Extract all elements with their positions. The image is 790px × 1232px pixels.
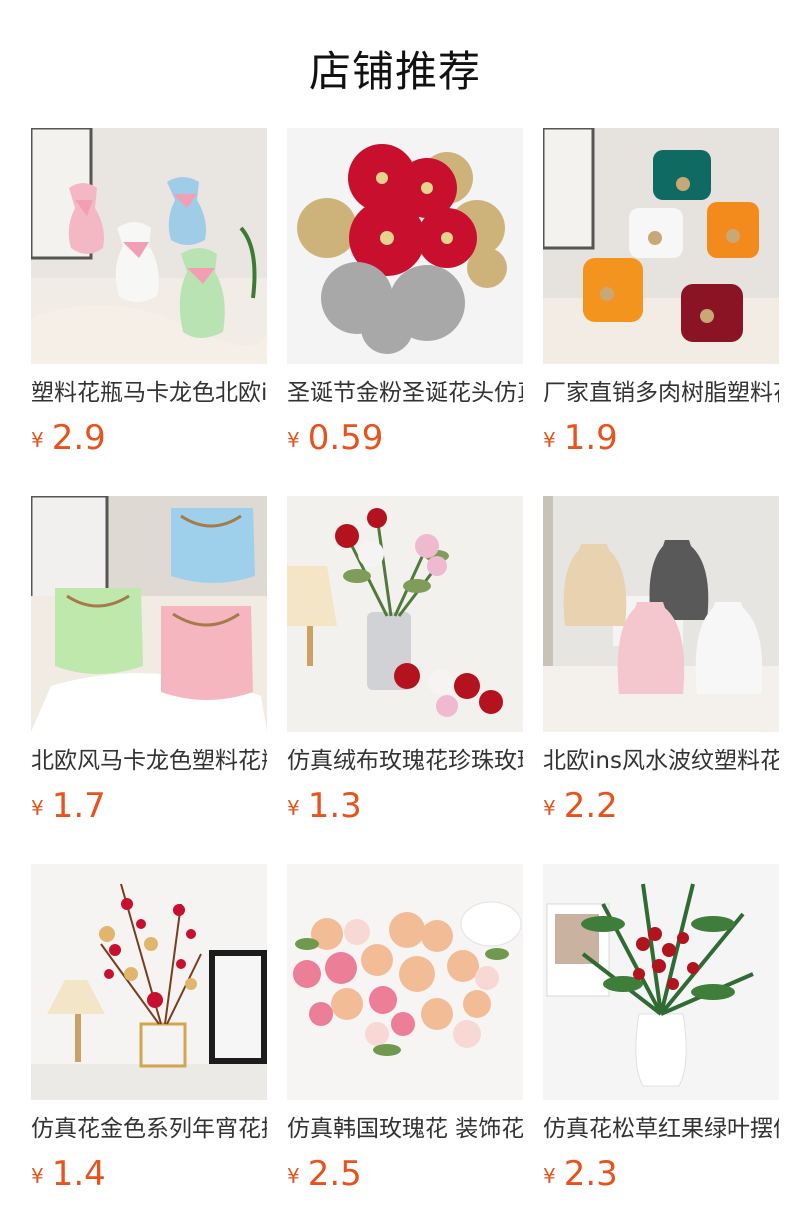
currency-symbol: ¥	[31, 1164, 44, 1188]
product-price: ¥1.7	[31, 786, 106, 826]
price-value: 1.3	[307, 786, 362, 826]
product-price: ¥0.59	[287, 418, 383, 458]
product-name[interactable]: 仿真绒布玫瑰花珍珠玫瑰	[287, 746, 523, 776]
product-card[interactable]: 仿真韩国玫瑰花 装饰花束 ¥2.5	[287, 864, 523, 1194]
currency-symbol: ¥	[543, 796, 556, 820]
product-name[interactable]: 仿真花金色系列年宵花摆件	[31, 1114, 267, 1144]
product-price: ¥1.4	[31, 1154, 106, 1194]
christmas-poinsettia-image[interactable]	[287, 128, 523, 364]
product-price: ¥2.9	[31, 418, 106, 458]
product-price: ¥2.2	[543, 786, 618, 826]
product-name[interactable]: 圣诞节金粉圣诞花头仿真花	[287, 378, 523, 408]
currency-symbol: ¥	[543, 1164, 556, 1188]
product-name[interactable]: 北欧ins风水波纹塑料花瓶	[543, 746, 779, 776]
product-name[interactable]: 塑料花瓶马卡龙色北欧ins风	[31, 378, 267, 408]
product-card[interactable]: 北欧ins风水波纹塑料花瓶 ¥2.2	[543, 496, 779, 826]
pastel-vases-image[interactable]	[31, 128, 267, 364]
golden-spring-flowers-image[interactable]	[31, 864, 267, 1100]
colorful-pots-image[interactable]	[543, 128, 779, 364]
price-value: 1.4	[51, 1154, 106, 1194]
currency-symbol: ¥	[31, 428, 44, 452]
macaron-vases-image[interactable]	[31, 496, 267, 732]
pine-berry-arrangement-image[interactable]	[543, 864, 779, 1100]
price-value: 0.59	[307, 418, 384, 458]
currency-symbol: ¥	[287, 796, 300, 820]
price-value: 2.2	[563, 786, 618, 826]
product-card[interactable]: 塑料花瓶马卡龙色北欧ins风 ¥2.9	[31, 128, 267, 458]
product-name[interactable]: 仿真韩国玫瑰花 装饰花束	[287, 1114, 523, 1144]
product-card[interactable]: 北欧风马卡龙色塑料花瓶 ¥1.7	[31, 496, 267, 826]
product-name[interactable]: 北欧风马卡龙色塑料花瓶	[31, 746, 267, 776]
currency-symbol: ¥	[287, 1164, 300, 1188]
price-value: 2.3	[563, 1154, 618, 1194]
currency-symbol: ¥	[31, 796, 44, 820]
product-price: ¥1.3	[287, 786, 362, 826]
product-card[interactable]: 仿真花金色系列年宵花摆件 ¥1.4	[31, 864, 267, 1194]
product-name[interactable]: 仿真花松草红果绿叶摆件	[543, 1114, 779, 1144]
product-card[interactable]: 圣诞节金粉圣诞花头仿真花 ¥0.59	[287, 128, 523, 458]
price-value: 2.9	[51, 418, 106, 458]
product-card[interactable]: 厂家直销多肉树脂塑料花盆 ¥1.9	[543, 128, 779, 458]
product-grid: 塑料花瓶马卡龙色北欧ins风 ¥2.9 圣诞节金粉圣诞花头仿真花 ¥0.59	[31, 128, 779, 1194]
currency-symbol: ¥	[287, 428, 300, 452]
wave-vases-image[interactable]	[543, 496, 779, 732]
velvet-roses-image[interactable]	[287, 496, 523, 732]
product-card[interactable]: 仿真花松草红果绿叶摆件 ¥2.3	[543, 864, 779, 1194]
price-value: 2.5	[307, 1154, 362, 1194]
korean-rose-bouquet-image[interactable]	[287, 864, 523, 1100]
price-value: 1.7	[51, 786, 106, 826]
product-card[interactable]: 仿真绒布玫瑰花珍珠玫瑰 ¥1.3	[287, 496, 523, 826]
product-name[interactable]: 厂家直销多肉树脂塑料花盆	[543, 378, 779, 408]
page-title: 店铺推荐	[308, 47, 481, 96]
product-price: ¥2.5	[287, 1154, 362, 1194]
product-price: ¥1.9	[543, 418, 618, 458]
price-value: 1.9	[563, 418, 618, 458]
currency-symbol: ¥	[543, 428, 556, 452]
product-price: ¥2.3	[543, 1154, 618, 1194]
